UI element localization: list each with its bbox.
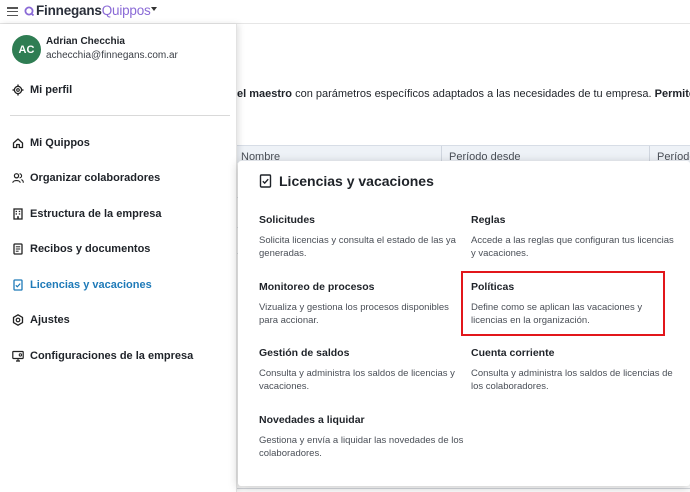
caret-down-icon[interactable] (151, 7, 157, 11)
card-title: Reglas (471, 214, 506, 226)
card-title: Gestión de saldos (259, 347, 350, 359)
sidebar-item-label: Estructura de la empresa (30, 208, 162, 220)
brand-name-primary: Finnegans (36, 3, 102, 18)
card-description: Consulta y administra los saldos de lice… (471, 368, 673, 392)
sidebar-item-label: Mi perfil (30, 84, 73, 96)
sidebar-item-label: Licencias y vacaciones (30, 279, 152, 291)
brand-logo[interactable]: Finnegans Quippos (24, 3, 151, 18)
popover-title-text: Licencias y vacaciones (279, 173, 434, 189)
document-icon (12, 243, 24, 255)
sidebar-item-ajustes[interactable]: Ajustes (12, 312, 70, 328)
card-description: Vizualiza y gestiona los procesos dispon… (259, 302, 449, 326)
sidebar-item-label: Recibos y documentos (30, 243, 151, 255)
sidebar-item-label: Organizar colaboradores (30, 172, 161, 184)
politicas-highlight-box (461, 271, 665, 336)
sidebar-item-estructura-empresa[interactable]: Estructura de la empresa (12, 206, 161, 222)
sidebar-item-mi-perfil[interactable]: Mi perfil (12, 82, 72, 98)
card-gestion-saldos[interactable]: Gestión de saldos Consulta y administra … (259, 347, 464, 393)
card-novedades-liquidar[interactable]: Novedades a liquidar Gestiona y envía a … (259, 414, 464, 460)
sidebar-item-configuraciones-empresa[interactable]: Configuraciones de la empresa (12, 348, 193, 364)
description-bold-end: Permiten p (654, 88, 690, 100)
popover-title: Licencias y vacaciones (259, 173, 434, 189)
sidebar-divider (10, 115, 230, 116)
people-icon (12, 172, 24, 184)
avatar[interactable]: AC (12, 35, 41, 64)
card-description: Solicita licencias y consulta el estado … (259, 235, 456, 259)
card-description: Gestiona y envía a liquidar las novedade… (259, 435, 464, 459)
sidebar-item-organizar-colaboradores[interactable]: Organizar colaboradores (12, 170, 160, 186)
page-description: el maestro con parámetros específicos ad… (237, 88, 690, 100)
card-solicitudes[interactable]: Solicitudes Solicita licencias y consult… (259, 214, 464, 260)
sidebar: AC Adrian Checchia achecchia@finnegans.c… (0, 24, 237, 492)
card-reglas[interactable]: Reglas Accede a las reglas que configura… (471, 214, 676, 260)
gear-icon (12, 84, 24, 96)
description-middle: con parámetros específicos adaptados a l… (292, 88, 655, 100)
sidebar-item-label: Ajustes (30, 314, 70, 326)
user-name: Adrian Checchia (46, 36, 125, 47)
calendar-doc-icon (259, 174, 272, 188)
top-bar: Finnegans Quippos (0, 0, 690, 24)
building-icon (12, 208, 24, 220)
sidebar-item-mi-quippos[interactable]: Mi Quippos (12, 135, 90, 151)
sidebar-item-recibos-documentos[interactable]: Recibos y documentos (12, 241, 150, 257)
monitor-settings-icon (12, 350, 24, 362)
menu-icon[interactable] (7, 7, 18, 17)
page-bottom-divider (237, 488, 690, 489)
sidebar-item-licencias-vacaciones[interactable]: Licencias y vacaciones (12, 277, 152, 293)
card-title: Cuenta corriente (471, 347, 555, 359)
card-cuenta-corriente[interactable]: Cuenta corriente Consulta y administra l… (471, 347, 676, 393)
card-title: Solicitudes (259, 214, 316, 226)
brand-name-secondary: Quippos (101, 3, 151, 18)
card-title: Monitoreo de procesos (259, 281, 375, 293)
home-icon (12, 137, 24, 149)
description-bold-start: el maestro (237, 88, 293, 100)
gear-icon (12, 314, 24, 326)
card-description: Accede a las reglas que configuran tus l… (471, 235, 674, 259)
sidebar-item-label: Configuraciones de la empresa (30, 350, 194, 362)
calendar-doc-icon (12, 279, 24, 291)
user-email: achecchia@finnegans.com.ar (46, 50, 178, 61)
card-monitoreo-procesos[interactable]: Monitoreo de procesos Vizualiza y gestio… (259, 281, 464, 327)
card-title: Novedades a liquidar (259, 414, 365, 426)
logo-icon (24, 6, 34, 16)
card-description: Consulta y administra los saldos de lice… (259, 368, 455, 392)
sidebar-item-label: Mi Quippos (30, 137, 90, 149)
